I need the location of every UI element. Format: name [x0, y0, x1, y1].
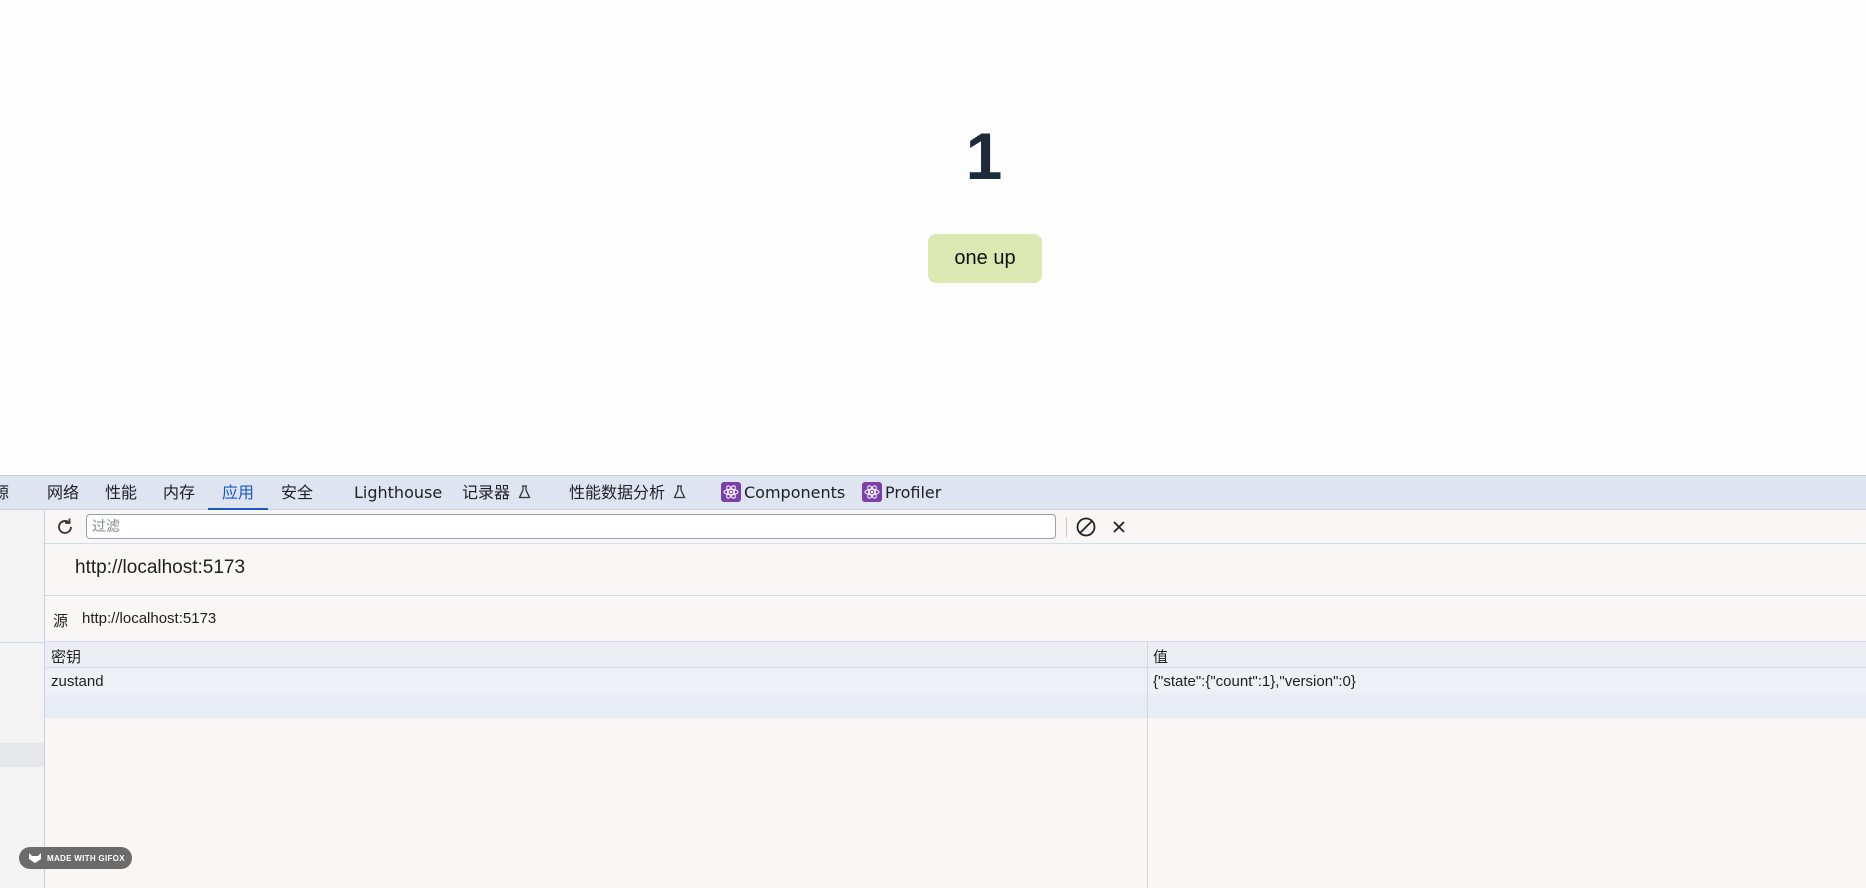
count-display: 1 [965, 119, 1003, 193]
tab-lighthouse-label: Lighthouse [354, 483, 443, 502]
tab-application[interactable]: 应用 [207, 476, 269, 510]
table-header: 密钥 值 [45, 642, 1866, 668]
origin-value: http://localhost:5173 [82, 610, 217, 627]
app-window: 1 one up 源 网络 性能 内存 应用 安全 Lighthouse 记录器… [0, 0, 1866, 888]
flask-icon [514, 485, 531, 502]
table-row[interactable]: zustand {"state":{"count":1},"version":0… [45, 668, 1866, 694]
gifox-watermark: MADE WITH GIFOX [19, 847, 132, 869]
tab-sources[interactable]: 源 [0, 476, 9, 510]
refresh-icon [58, 518, 72, 534]
react-icon [721, 480, 741, 502]
tab-performance-label: 性能 [105, 483, 138, 502]
tab-lighthouse[interactable]: Lighthouse [354, 476, 442, 510]
devtools-panel: 源 网络 性能 内存 应用 安全 Lighthouse 记录器 性能数据分析 C… [0, 475, 1866, 888]
tab-security-label: 安全 [281, 483, 314, 502]
tab-network[interactable]: 网络 [47, 476, 79, 510]
tab-recorder-label: 记录器 [462, 483, 511, 502]
table-row-empty[interactable] [45, 694, 1866, 718]
column-divider[interactable] [1147, 642, 1148, 888]
origin-header: http://localhost:5173 [45, 544, 1866, 596]
tab-profiler[interactable]: Profiler [862, 476, 941, 510]
react-icon [862, 480, 882, 502]
column-header-value[interactable]: 值 [1153, 646, 1168, 667]
application-sidebar [0, 510, 45, 888]
storage-toolbar [45, 510, 1866, 544]
tab-components[interactable]: Components [721, 476, 845, 510]
tab-application-label: 应用 [222, 483, 255, 502]
devtools-tabbar: 源 网络 性能 内存 应用 安全 Lighthouse 记录器 性能数据分析 C… [0, 475, 1866, 510]
tab-security[interactable]: 安全 [281, 476, 313, 510]
fox-icon [29, 853, 41, 863]
clear-all-button[interactable] [1074, 515, 1098, 539]
sidebar-item-selected[interactable] [0, 743, 44, 767]
tab-network-label: 网络 [47, 483, 80, 502]
tab-performance[interactable]: 性能 [105, 476, 137, 510]
delete-selected-button[interactable] [1108, 516, 1130, 538]
toolbar-separator [1066, 517, 1067, 537]
tab-performance-insights-label: 性能数据分析 [569, 483, 666, 502]
tab-memory-label: 内存 [163, 483, 196, 502]
tab-performance-insights[interactable]: 性能数据分析 [569, 476, 686, 510]
one-up-button[interactable]: one up [928, 234, 1042, 283]
tab-components-label: Components [744, 483, 846, 502]
origin-row: 源 http://localhost:5173 [45, 596, 1866, 642]
cell-value: {"state":{"count":1},"version":0} [1153, 673, 1356, 690]
tab-sources-label: 源 [0, 483, 10, 502]
close-icon [1113, 521, 1125, 533]
tab-memory[interactable]: 内存 [163, 476, 195, 510]
block-icon [1076, 517, 1096, 537]
origin-label: 源 [53, 612, 69, 630]
refresh-button[interactable] [54, 516, 76, 538]
sidebar-divider [0, 642, 44, 643]
origin-title: http://localhost:5173 [75, 557, 246, 578]
tab-profiler-label: Profiler [885, 483, 942, 502]
flask-icon [669, 485, 686, 502]
filter-input[interactable] [86, 514, 1056, 539]
column-header-key[interactable]: 密钥 [51, 646, 81, 667]
tab-recorder[interactable]: 记录器 [462, 476, 531, 510]
storage-table: 密钥 值 zustand {"state":{"count":1},"versi… [45, 642, 1866, 888]
page-content: 1 one up [0, 0, 1866, 475]
watermark-text: MADE WITH GIFOX [47, 853, 125, 863]
cell-key: zustand [51, 673, 104, 690]
